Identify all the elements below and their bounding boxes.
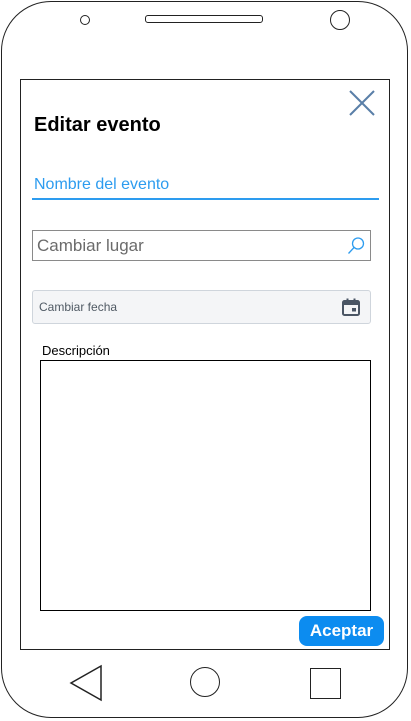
search-icon[interactable] — [347, 236, 366, 255]
front-camera — [330, 10, 350, 30]
date-input[interactable] — [33, 291, 323, 322]
location-search-box — [32, 230, 371, 261]
calendar-icon[interactable] — [342, 298, 360, 316]
description-textarea[interactable] — [40, 360, 371, 611]
date-picker-field — [32, 290, 371, 324]
page-title: Editar evento — [34, 114, 161, 136]
close-icon[interactable] — [348, 89, 376, 117]
description-label: Descripción — [42, 343, 110, 358]
recent-apps-square-icon[interactable] — [310, 668, 341, 699]
home-circle-icon[interactable] — [190, 667, 220, 697]
location-input[interactable] — [33, 231, 333, 260]
earpiece-speaker — [145, 15, 263, 23]
proximity-sensor — [80, 15, 90, 25]
event-name-field[interactable] — [32, 172, 379, 200]
back-triangle-icon[interactable] — [68, 664, 104, 702]
accept-button[interactable]: Aceptar — [299, 616, 384, 646]
